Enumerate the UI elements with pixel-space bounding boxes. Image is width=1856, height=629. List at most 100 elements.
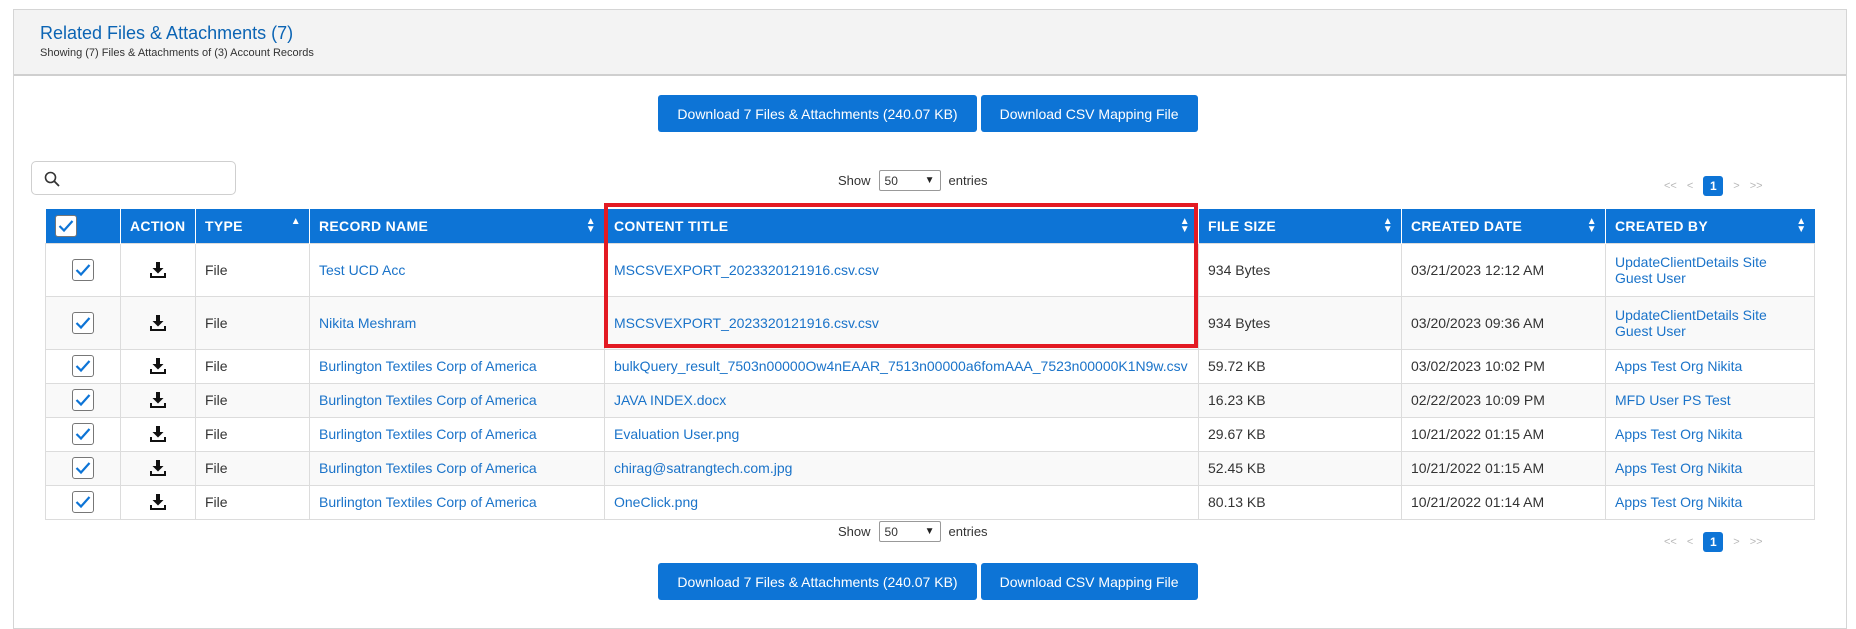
top-button-row: Download 7 Files & Attachments (240.07 K… xyxy=(0,95,1856,132)
download-csv-mapping-button[interactable]: Download CSV Mapping File xyxy=(980,95,1198,132)
type-cell: File xyxy=(195,295,310,350)
checkmark-icon xyxy=(75,263,91,276)
show-label: Show xyxy=(838,173,871,188)
column-header-created-by[interactable]: CREATED BY ▲ ▼ xyxy=(1605,209,1815,243)
content-title-link[interactable]: bulkQuery_result_7503n00000Ow4nEAAR_7513… xyxy=(614,358,1188,374)
created-by-link[interactable]: UpdateClientDetails Site Guest User xyxy=(1615,254,1767,286)
column-header-content-title[interactable]: CONTENT TITLE ▲ ▼ xyxy=(604,209,1199,243)
next-page-button[interactable]: > xyxy=(1733,536,1739,548)
sort-icon: ▲ ▼ xyxy=(1796,216,1807,235)
content-title-cell: MSCSVEXPORT_2023320121916.csv.csv xyxy=(604,295,1199,350)
last-page-button[interactable]: >> xyxy=(1750,180,1763,192)
content-title-cell: Evaluation User.png xyxy=(604,416,1199,452)
table-row: File Nikita Meshram MSCSVEXPORT_20233201… xyxy=(45,295,1815,350)
created-by-cell: Apps Test Org Nikita xyxy=(1605,484,1815,520)
content-title-link[interactable]: JAVA INDEX.docx xyxy=(614,392,726,408)
record-name-cell: Nikita Meshram xyxy=(309,295,605,350)
column-label-created-date: CREATED DATE xyxy=(1411,217,1523,234)
search-input[interactable] xyxy=(68,166,228,190)
bottom-button-row: Download 7 Files & Attachments (240.07 K… xyxy=(0,563,1856,600)
entries-label: entries xyxy=(948,524,988,539)
row-checkbox[interactable] xyxy=(72,258,94,281)
record-name-link[interactable]: Burlington Textiles Corp of America xyxy=(319,494,537,510)
row-checkbox[interactable] xyxy=(72,355,94,377)
prev-page-button[interactable]: < xyxy=(1687,180,1693,192)
type-cell: File xyxy=(195,382,310,418)
sort-icon: ▲ ▼ xyxy=(1586,216,1597,235)
content-title-link[interactable]: Evaluation User.png xyxy=(614,426,739,442)
download-icon[interactable] xyxy=(149,391,167,409)
table-row: File Burlington Textiles Corp of America… xyxy=(45,382,1815,418)
column-label-created-by: CREATED BY xyxy=(1615,217,1708,234)
file-size-cell: 934 Bytes xyxy=(1198,242,1402,297)
row-checkbox[interactable] xyxy=(72,423,94,445)
record-name-cell: Burlington Textiles Corp of America xyxy=(309,450,605,486)
created-date-cell: 03/21/2023 12:12 AM xyxy=(1401,242,1606,297)
download-all-button[interactable]: Download 7 Files & Attachments (240.07 K… xyxy=(658,563,977,600)
created-by-link[interactable]: Apps Test Org Nikita xyxy=(1615,426,1742,442)
row-select-cell xyxy=(45,382,121,418)
next-page-button[interactable]: > xyxy=(1733,180,1739,192)
created-by-link[interactable]: Apps Test Org Nikita xyxy=(1615,358,1742,374)
type-cell: File xyxy=(195,348,310,384)
type-cell: File xyxy=(195,416,310,452)
download-all-button[interactable]: Download 7 Files & Attachments (240.07 K… xyxy=(658,95,977,132)
download-icon[interactable] xyxy=(149,425,167,443)
row-checkbox[interactable] xyxy=(72,311,94,334)
column-header-created-date[interactable]: CREATED DATE ▲ ▼ xyxy=(1401,209,1606,243)
chevron-down-icon: ▼ xyxy=(924,175,935,186)
column-header-file-size[interactable]: FILE SIZE ▲ ▼ xyxy=(1198,209,1402,243)
page-button-current[interactable]: 1 xyxy=(1703,176,1724,196)
created-by-link[interactable]: Apps Test Org Nikita xyxy=(1615,494,1742,510)
record-name-link[interactable]: Burlington Textiles Corp of America xyxy=(319,426,537,442)
record-name-link[interactable]: Burlington Textiles Corp of America xyxy=(319,392,537,408)
search-box[interactable] xyxy=(31,161,236,195)
page-length-select[interactable]: 50 ▼ xyxy=(878,170,941,191)
row-select-cell xyxy=(45,295,121,350)
created-by-cell: Apps Test Org Nikita xyxy=(1605,416,1815,452)
show-label: Show xyxy=(838,524,871,539)
page-length-control-top: Show 50 ▼ entries xyxy=(838,170,988,191)
created-by-link[interactable]: MFD User PS Test xyxy=(1615,392,1731,408)
content-title-link[interactable]: MSCSVEXPORT_2023320121916.csv.csv xyxy=(614,315,879,331)
table-row: File Burlington Textiles Corp of America… xyxy=(45,450,1815,486)
created-date-cell: 10/21/2022 01:15 AM xyxy=(1401,416,1606,452)
content-title-link[interactable]: MSCSVEXPORT_2023320121916.csv.csv xyxy=(614,262,879,278)
record-name-link[interactable]: Test UCD Acc xyxy=(319,262,405,278)
page-length-select[interactable]: 50 ▼ xyxy=(878,521,941,542)
created-date-cell: 02/22/2023 10:09 PM xyxy=(1401,382,1606,418)
row-checkbox[interactable] xyxy=(72,457,94,479)
last-page-button[interactable]: >> xyxy=(1750,536,1763,548)
record-name-link[interactable]: Nikita Meshram xyxy=(319,315,416,331)
download-icon[interactable] xyxy=(149,314,167,332)
row-checkbox[interactable] xyxy=(72,389,94,411)
first-page-button[interactable]: << xyxy=(1664,536,1677,548)
created-by-link[interactable]: Apps Test Org Nikita xyxy=(1615,460,1742,476)
column-label-file-size: FILE SIZE xyxy=(1208,217,1277,234)
record-name-link[interactable]: Burlington Textiles Corp of America xyxy=(319,358,537,374)
download-icon[interactable] xyxy=(149,261,167,279)
column-label-type: TYPE xyxy=(205,217,243,234)
column-header-action: ACTION xyxy=(120,209,196,243)
action-cell xyxy=(120,416,196,452)
type-cell: File xyxy=(195,242,310,297)
content-title-link[interactable]: OneClick.png xyxy=(614,494,698,510)
row-checkbox[interactable] xyxy=(72,491,94,513)
action-cell xyxy=(120,450,196,486)
first-page-button[interactable]: << xyxy=(1664,180,1677,192)
created-by-link[interactable]: UpdateClientDetails Site Guest User xyxy=(1615,307,1767,339)
download-icon[interactable] xyxy=(149,493,167,511)
download-icon[interactable] xyxy=(149,459,167,477)
download-csv-mapping-button[interactable]: Download CSV Mapping File xyxy=(980,563,1198,600)
download-icon[interactable] xyxy=(149,357,167,375)
select-all-header[interactable] xyxy=(45,209,121,243)
checkmark-icon xyxy=(58,220,73,232)
page-button-current[interactable]: 1 xyxy=(1703,532,1724,552)
prev-page-button[interactable]: < xyxy=(1687,536,1693,548)
record-name-link[interactable]: Burlington Textiles Corp of America xyxy=(319,460,537,476)
content-title-link[interactable]: chirag@satrangtech.com.jpg xyxy=(614,460,792,476)
column-header-record-name[interactable]: RECORD NAME ▲ ▼ xyxy=(309,209,605,243)
row-select-cell xyxy=(45,450,121,486)
column-header-type[interactable]: TYPE ▲ xyxy=(195,209,310,243)
select-all-checkbox[interactable] xyxy=(54,214,77,237)
